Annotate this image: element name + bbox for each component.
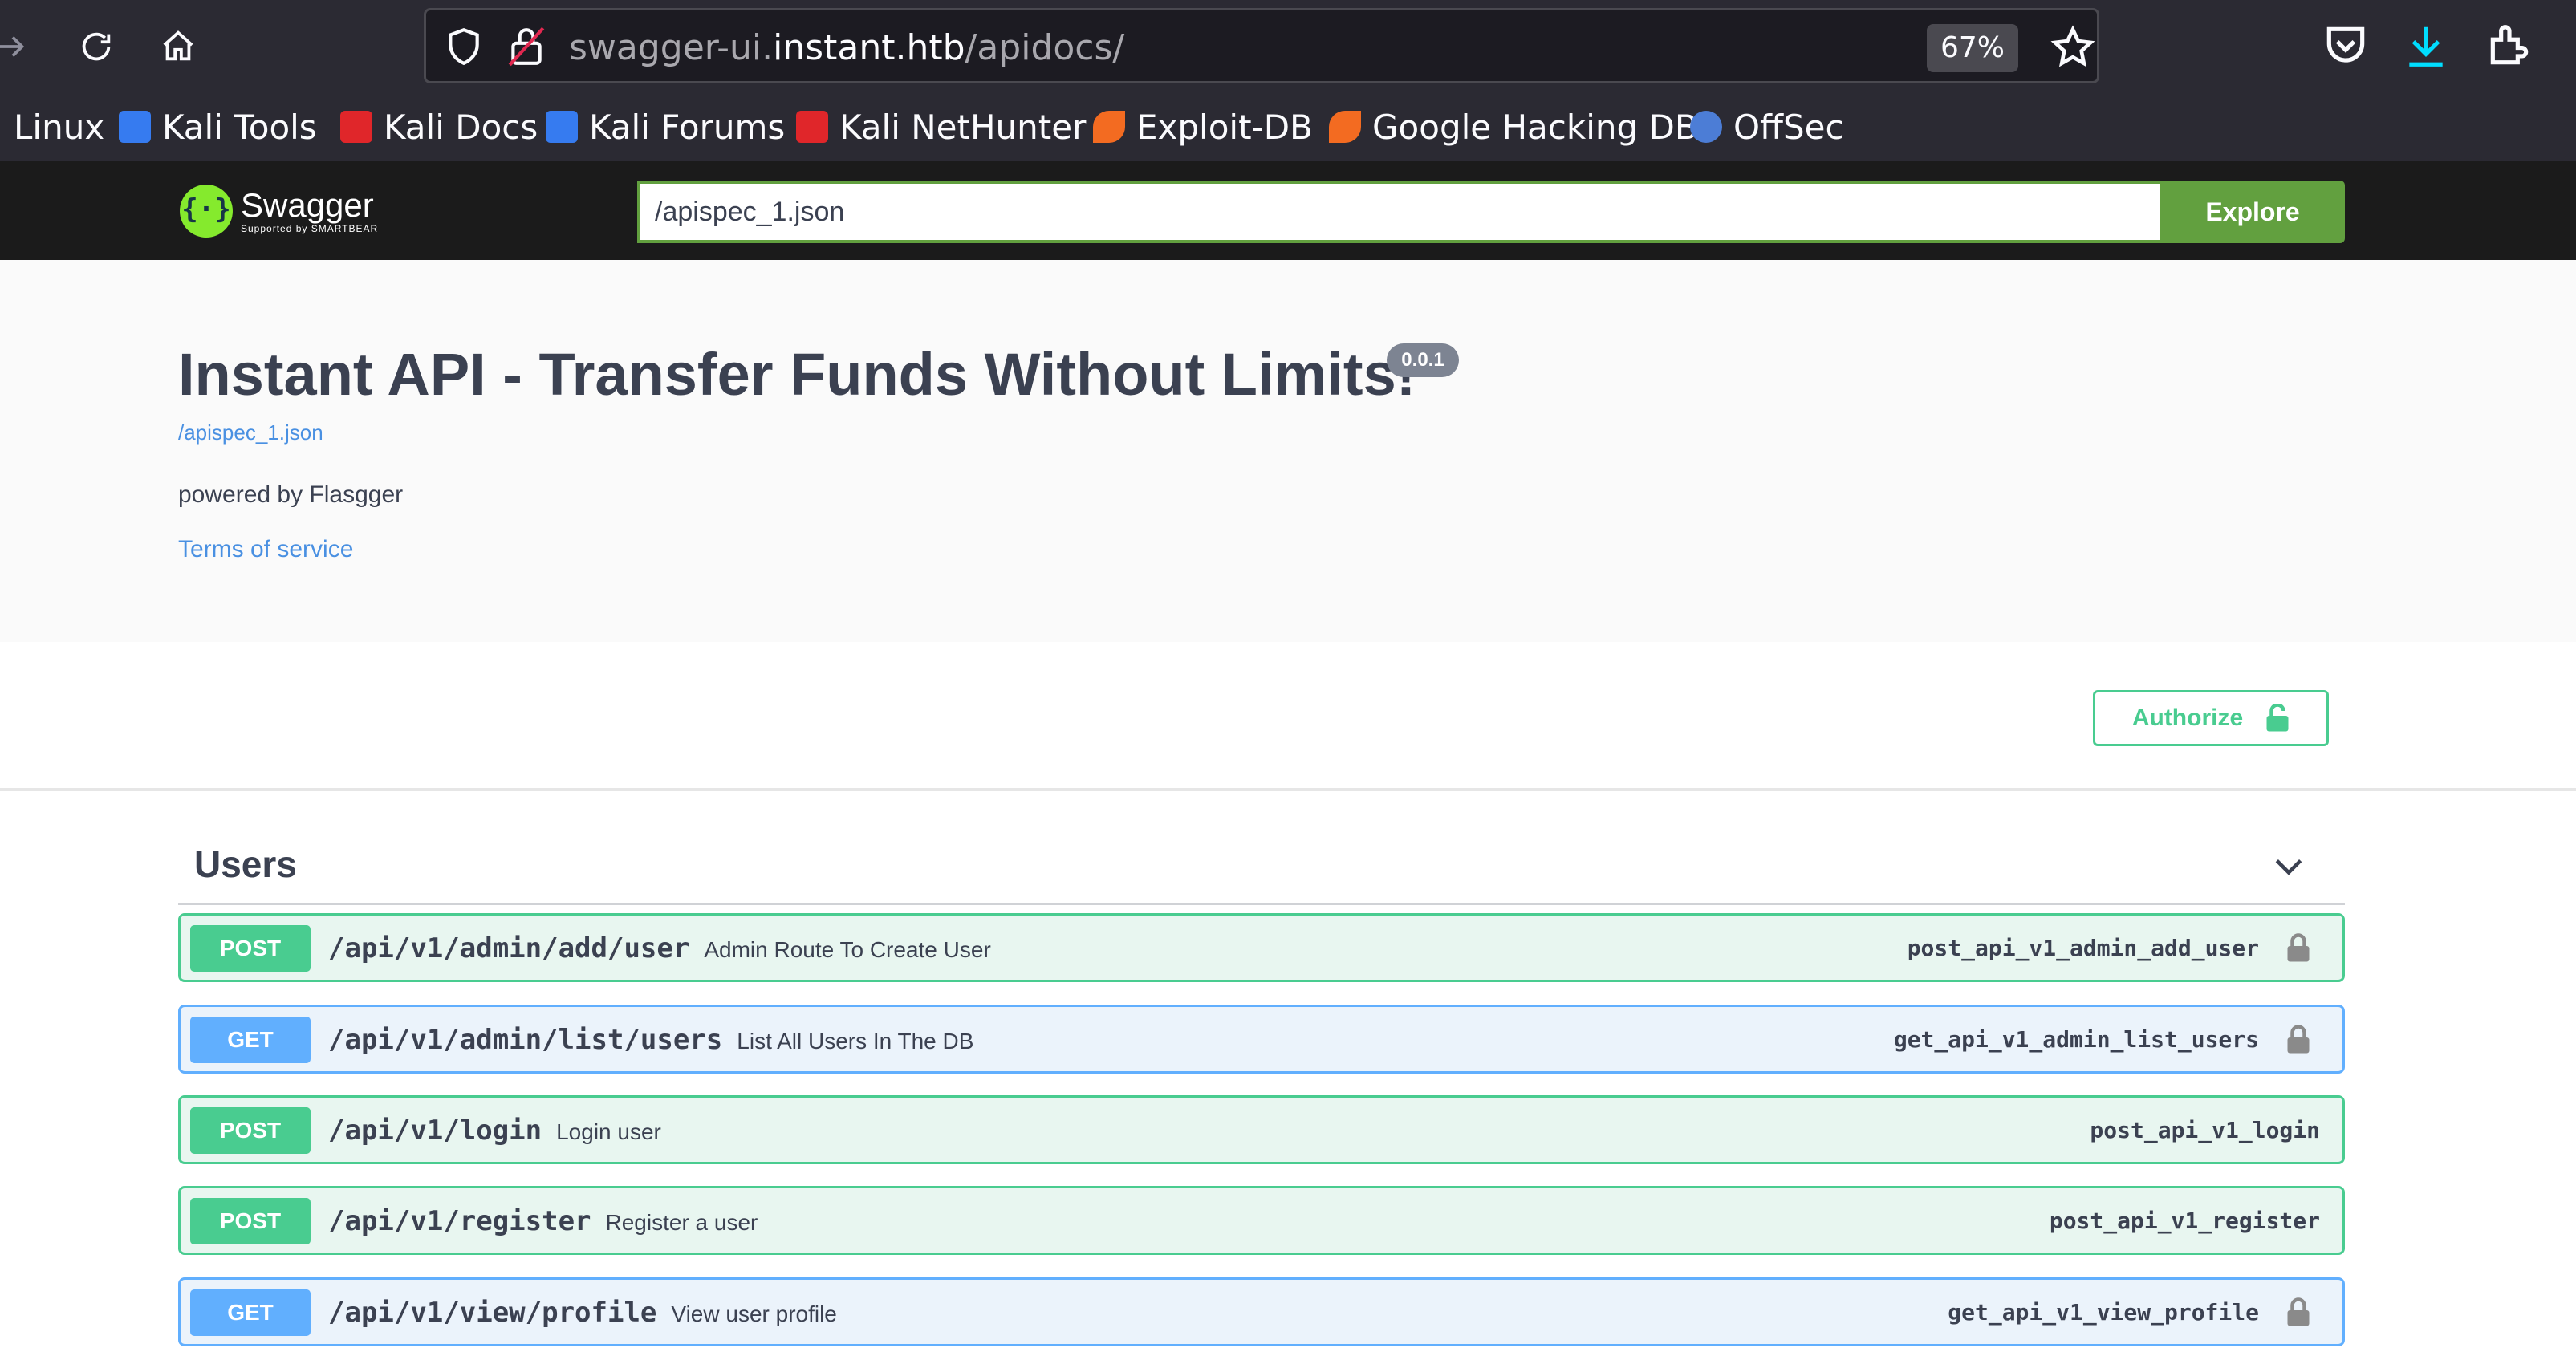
terms-of-service-link[interactable]: Terms of service [178,536,353,563]
bookmark-label: Google Hacking DB [1372,107,1698,147]
url-text[interactable]: swagger-ui.instant.htb/apidocs/ [569,28,1124,68]
opblock-post-admin-add-user[interactable]: POST /api/v1/admin/add/user Admin Route T… [178,913,2345,982]
bookmark-kali-forums[interactable]: Kali Forums [546,105,785,148]
tracking-protection-shield-icon[interactable] [444,26,484,67]
operations-section: Users POST /api/v1/admin/add/user Admin R… [0,791,2576,1348]
operation-path-text: /api/v1/admin/list/users [328,1024,723,1056]
reload-button[interactable] [67,18,125,75]
opblock-get-view-profile[interactable]: GET /api/v1/view/profile View user profil… [178,1277,2345,1346]
bookmark-label: Kali Forums [589,107,786,147]
swagger-topbar: {·} Swagger Supported by SMARTBEAR /apis… [0,161,2576,260]
tag-title: Users [194,843,297,885]
insecure-lock-icon[interactable] [506,25,546,68]
offsec-icon [1690,111,1722,143]
method-badge: POST [190,925,311,972]
authorize-button[interactable]: Authorize [2093,690,2329,746]
operation-path: /api/v1/admin/list/users List All Users I… [328,1023,973,1058]
bookmark-label: Kali NetHunter [839,107,1087,147]
operation-path: /api/v1/view/profile View user profile [328,1296,837,1331]
pocket-icon[interactable] [2321,21,2371,71]
opblock-post-login[interactable]: POST /api/v1/login Login user post_api_v1… [178,1095,2345,1164]
home-icon [163,30,193,61]
operation-summary: List All Users In The DB [737,1029,974,1054]
bookmark-star-icon[interactable] [2050,25,2095,70]
bookmark-kali-docs[interactable]: Kali Docs [340,105,538,148]
tag-header-users[interactable]: Users [178,823,2345,905]
lock-icon[interactable] [2286,1025,2310,1055]
method-badge: GET [190,1017,311,1063]
swagger-logo[interactable]: {·} Swagger Supported by SMARTBEAR [180,181,378,242]
reload-icon [82,32,111,61]
unlocked-padlock-icon [2266,704,2289,732]
chevron-down-icon[interactable] [2271,849,2306,884]
operation-id: get_api_v1_admin_list_users [1893,1026,2259,1053]
lock-icon[interactable] [2286,933,2310,964]
operation-id: post_api_v1_login [2090,1117,2320,1143]
version-badge: 0.0.1 [1387,343,1459,377]
forward-button[interactable] [0,18,40,75]
address-bar[interactable]: swagger-ui.instant.htb/apidocs/ 67% [424,8,2099,83]
zoom-level-badge[interactable]: 67% [1927,24,2018,72]
kali-tools-icon [119,111,151,143]
operation-path-text: /api/v1/admin/add/user [328,932,690,964]
kali-docs-icon [340,111,372,143]
forward-arrow-icon [0,36,25,57]
bookmarks-toolbar: i Linux Kali Tools Kali Docs Kali Forums… [0,92,2576,161]
operation-summary: View user profile [671,1301,837,1326]
kali-nethunter-icon [796,111,828,143]
swagger-logo-title: Swagger [241,186,374,224]
bookmark-kali-tools[interactable]: Kali Tools [119,105,317,148]
operation-path-text: /api/v1/login [328,1115,542,1147]
spec-link[interactable]: /apispec_1.json [178,420,323,445]
home-button[interactable] [149,18,207,75]
exploit-db-icon [1093,111,1125,143]
bookmark-offsec[interactable]: OffSec [1690,105,1844,148]
operation-path-text: /api/v1/view/profile [328,1297,657,1329]
swagger-logo-text: Swagger Supported by SMARTBEAR [241,186,379,235]
explore-button[interactable]: Explore [2160,181,2345,243]
bookmark-label: Exploit-DB [1136,107,1313,147]
swagger-logo-subtitle: Supported by SMARTBEAR [241,223,379,234]
operation-id: get_api_v1_view_profile [1948,1299,2259,1326]
bookmark-label: i Linux [0,107,105,147]
operation-summary: Register a user [605,1210,758,1235]
authorize-label: Authorize [2131,704,2244,731]
operation-path-text: /api/v1/register [328,1205,591,1237]
bookmark-exploit-db[interactable]: Exploit-DB [1093,105,1313,148]
lock-icon[interactable] [2286,1297,2310,1328]
google-hacking-db-icon [1329,111,1361,143]
method-badge: POST [190,1107,311,1154]
bookmark-kali-nethunter[interactable]: Kali NetHunter [796,105,1086,148]
operation-path: /api/v1/admin/add/user Admin Route To Cre… [328,932,991,967]
downloads-icon[interactable] [2401,21,2451,71]
bookmark-label: OffSec [1733,107,1844,147]
operation-id: post_api_v1_admin_add_user [1907,935,2259,961]
spec-url-input[interactable]: /apispec_1.json [637,181,2162,243]
bookmark-label: Kali Tools [162,107,317,147]
scheme-container: Authorize [0,642,2576,791]
swagger-logo-icon: {·} [180,185,233,238]
browser-toolbar: swagger-ui.instant.htb/apidocs/ 67% [0,0,2576,92]
api-title: Instant API - Transfer Funds Without Lim… [178,341,1416,408]
opblock-get-admin-list-users[interactable]: GET /api/v1/admin/list/users List All Use… [178,1005,2345,1074]
operation-path: /api/v1/login Login user [328,1114,661,1149]
api-info-section: Instant API - Transfer Funds Without Lim… [0,260,2576,642]
powered-by-text: powered by Flasgger [178,481,404,508]
operation-path: /api/v1/register Register a user [328,1204,758,1240]
url-prefix: swagger-ui. [569,27,774,68]
bookmark-label: Kali Docs [384,107,538,147]
operation-summary: Admin Route To Create User [704,937,991,962]
url-path: /apidocs/ [965,27,1125,68]
bookmark-kali-linux[interactable]: i Linux [0,105,104,148]
url-host: instant.htb [773,27,965,68]
bookmark-google-hacking-db[interactable]: Google Hacking DB [1329,105,1698,148]
method-badge: POST [190,1198,311,1244]
operation-id: post_api_v1_register [2049,1208,2320,1234]
operation-summary: Login user [556,1119,661,1144]
extensions-icon[interactable] [2485,21,2534,71]
method-badge: GET [190,1289,311,1336]
opblock-post-register[interactable]: POST /api/v1/register Register a user pos… [178,1186,2345,1255]
kali-forums-icon [546,111,578,143]
